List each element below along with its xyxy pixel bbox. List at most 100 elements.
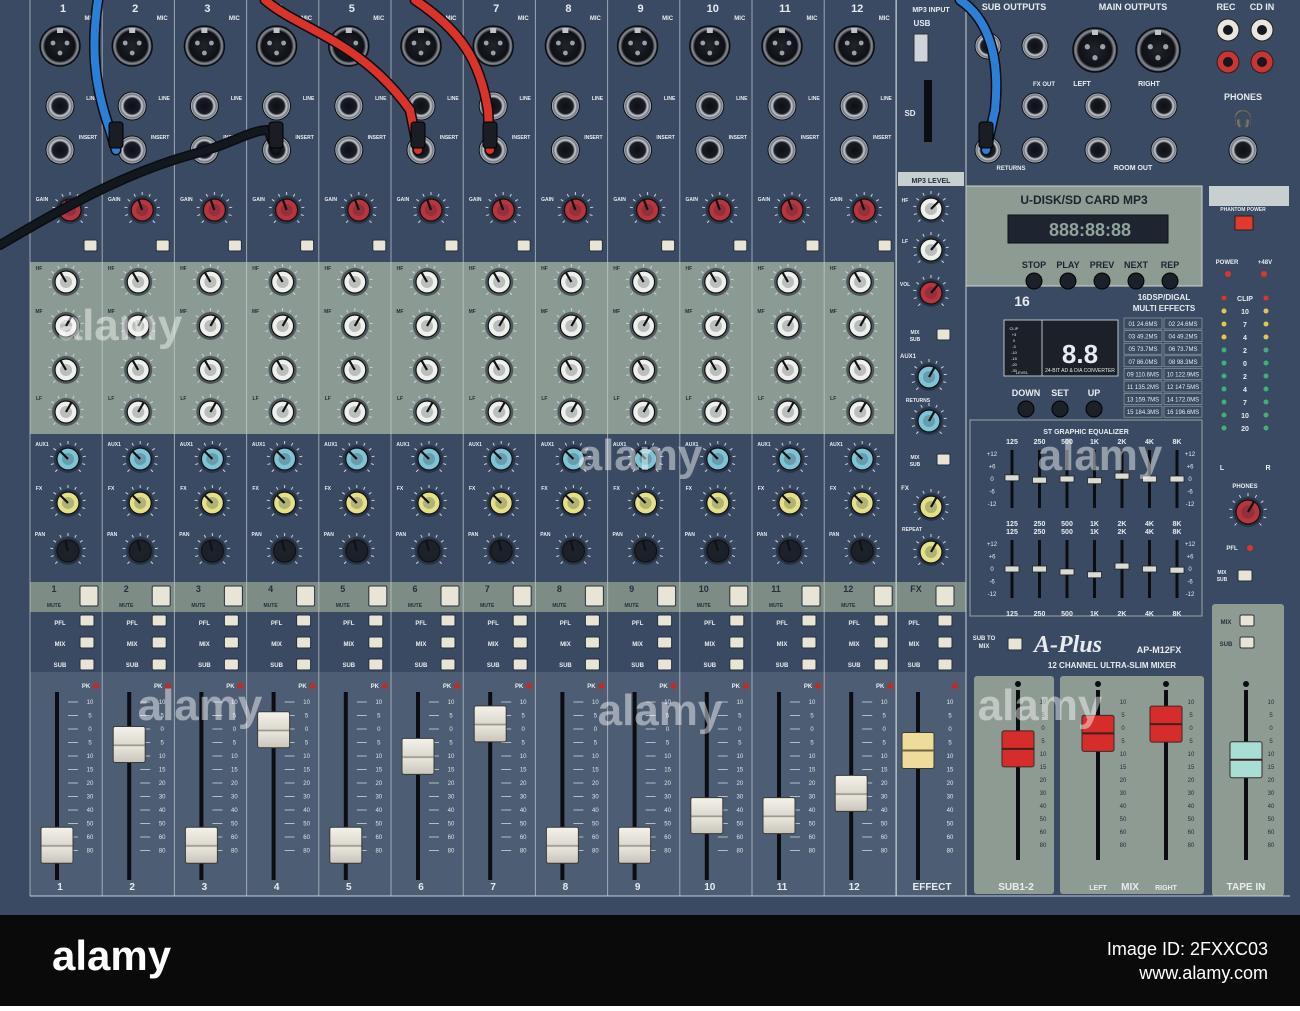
ch6-pfl-button[interactable]: [441, 615, 455, 626]
room-out-left2-jack[interactable]: [1085, 137, 1111, 163]
ch10-fader[interactable]: [691, 798, 723, 834]
dsp-set-button[interactable]: [1052, 401, 1068, 417]
ch3-mic-input[interactable]: [184, 26, 224, 66]
tape-fader[interactable]: [1230, 742, 1262, 778]
mp3-stop-button[interactable]: [1026, 273, 1042, 289]
ch9-line-input[interactable]: [624, 92, 652, 120]
ch10-mic-input[interactable]: [690, 26, 730, 66]
ch10-line-input[interactable]: [696, 92, 724, 120]
ch1-fader[interactable]: [41, 827, 73, 863]
sub-to-mix-button[interactable]: [1008, 638, 1022, 650]
ch9-mute-button[interactable]: [658, 586, 676, 606]
sd-slot[interactable]: [924, 80, 932, 142]
side-mix-sub-button[interactable]: [1238, 570, 1252, 581]
ch12-sub-button[interactable]: [874, 659, 888, 670]
sub1-fader[interactable]: [1002, 731, 1034, 767]
ch3-line-input[interactable]: [190, 92, 218, 120]
room-left-jack[interactable]: [1085, 93, 1111, 119]
ch12-mix-button[interactable]: [874, 637, 888, 648]
ch8-line-input[interactable]: [551, 92, 579, 120]
ch3-mix-button[interactable]: [224, 637, 238, 648]
ch3-mute-button[interactable]: [224, 586, 242, 606]
ch8-sub-button[interactable]: [585, 659, 599, 670]
ch9-hpf-button[interactable]: [662, 240, 675, 251]
ch5-mute-button[interactable]: [369, 586, 387, 606]
right-fader[interactable]: [1150, 706, 1182, 742]
ch7-sub-button[interactable]: [513, 659, 527, 670]
ch10-hpf-button[interactable]: [734, 240, 747, 251]
ch6-mic-input[interactable]: [401, 26, 441, 66]
mp3-mix-sub-button[interactable]: [937, 329, 950, 340]
ch8-pfl-button[interactable]: [585, 615, 599, 626]
ch6-fader[interactable]: [402, 738, 434, 774]
geq2-slider-125[interactable]: [1005, 566, 1019, 572]
ch5-fader[interactable]: [330, 827, 362, 863]
ch10-sub-button[interactable]: [730, 659, 744, 670]
ch4-pfl-button[interactable]: [297, 615, 311, 626]
ch5-pfl-button[interactable]: [369, 615, 383, 626]
ch5-line-input[interactable]: [335, 92, 363, 120]
ch5-sub-button[interactable]: [369, 659, 383, 670]
ch9-insert-jack[interactable]: [624, 136, 652, 164]
room-right-jack[interactable]: [1151, 93, 1177, 119]
dsp-up-button[interactable]: [1086, 401, 1102, 417]
tape-sub-button[interactable]: [1240, 637, 1254, 648]
ch1-line-input[interactable]: [46, 92, 74, 120]
ch6-mix-button[interactable]: [441, 637, 455, 648]
geq2-slider-8K[interactable]: [1170, 567, 1184, 573]
geq1-slider-125[interactable]: [1005, 475, 1019, 481]
rca-jack[interactable]: [1217, 19, 1239, 41]
mp3-rep-button[interactable]: [1162, 273, 1178, 289]
ch7-pfl-button[interactable]: [513, 615, 527, 626]
ch2-sub-button[interactable]: [152, 659, 166, 670]
ch1-pfl-button[interactable]: [80, 615, 94, 626]
ch7-mix-button[interactable]: [513, 637, 527, 648]
ch11-mic-input[interactable]: [762, 26, 802, 66]
ch11-fader[interactable]: [763, 798, 795, 834]
return-r-jack[interactable]: [1022, 137, 1048, 163]
ch6-mute-button[interactable]: [441, 586, 459, 606]
mp3-prev-button[interactable]: [1094, 273, 1110, 289]
usb-port[interactable]: [914, 34, 928, 62]
ch7-hpf-button[interactable]: [517, 240, 530, 251]
ch1-mic-input[interactable]: [40, 26, 80, 66]
ch10-insert-jack[interactable]: [696, 136, 724, 164]
ch11-pfl-button[interactable]: [802, 615, 816, 626]
ch6-hpf-button[interactable]: [445, 240, 458, 251]
ch9-sub-button[interactable]: [658, 659, 672, 670]
ch9-fader[interactable]: [619, 827, 651, 863]
ch2-mix-button[interactable]: [152, 637, 166, 648]
ch3-fader[interactable]: [185, 827, 217, 863]
ch10-mute-button[interactable]: [730, 586, 748, 606]
ch3-pfl-button[interactable]: [224, 615, 238, 626]
ch2-mic-input[interactable]: [112, 26, 152, 66]
main-right-xlr[interactable]: [1136, 28, 1180, 72]
ch4-fader[interactable]: [258, 712, 290, 748]
ch8-hpf-button[interactable]: [589, 240, 602, 251]
ch9-mix-button[interactable]: [658, 637, 672, 648]
ch5-hpf-button[interactable]: [373, 240, 386, 251]
phantom-switch[interactable]: [1235, 216, 1253, 230]
ch1-insert-jack[interactable]: [46, 136, 74, 164]
ch8-mix-button[interactable]: [585, 637, 599, 648]
mp3-play-button[interactable]: [1060, 273, 1076, 289]
ch2-pfl-button[interactable]: [152, 615, 166, 626]
geq2-slider-1K[interactable]: [1088, 572, 1102, 578]
ch1-mute-button[interactable]: [80, 586, 98, 606]
mp3-next-button[interactable]: [1128, 273, 1144, 289]
ch8-insert-jack[interactable]: [551, 136, 579, 164]
dsp-down-button[interactable]: [1018, 401, 1034, 417]
fx-pfl-button[interactable]: [938, 615, 952, 626]
ch12-hpf-button[interactable]: [878, 240, 891, 251]
ch2-hpf-button[interactable]: [156, 240, 169, 251]
geq2-slider-500[interactable]: [1060, 569, 1074, 575]
ch11-sub-button[interactable]: [802, 659, 816, 670]
fx-out-jack[interactable]: [1022, 93, 1048, 119]
ch8-mic-input[interactable]: [545, 26, 585, 66]
ch1-hpf-button[interactable]: [84, 240, 97, 251]
geq2-slider-4K[interactable]: [1143, 566, 1157, 572]
ch4-hpf-button[interactable]: [301, 240, 314, 251]
return-mix-sub-button[interactable]: [937, 454, 950, 465]
phones-jack[interactable]: [1229, 136, 1257, 164]
ch12-mute-button[interactable]: [874, 586, 892, 606]
